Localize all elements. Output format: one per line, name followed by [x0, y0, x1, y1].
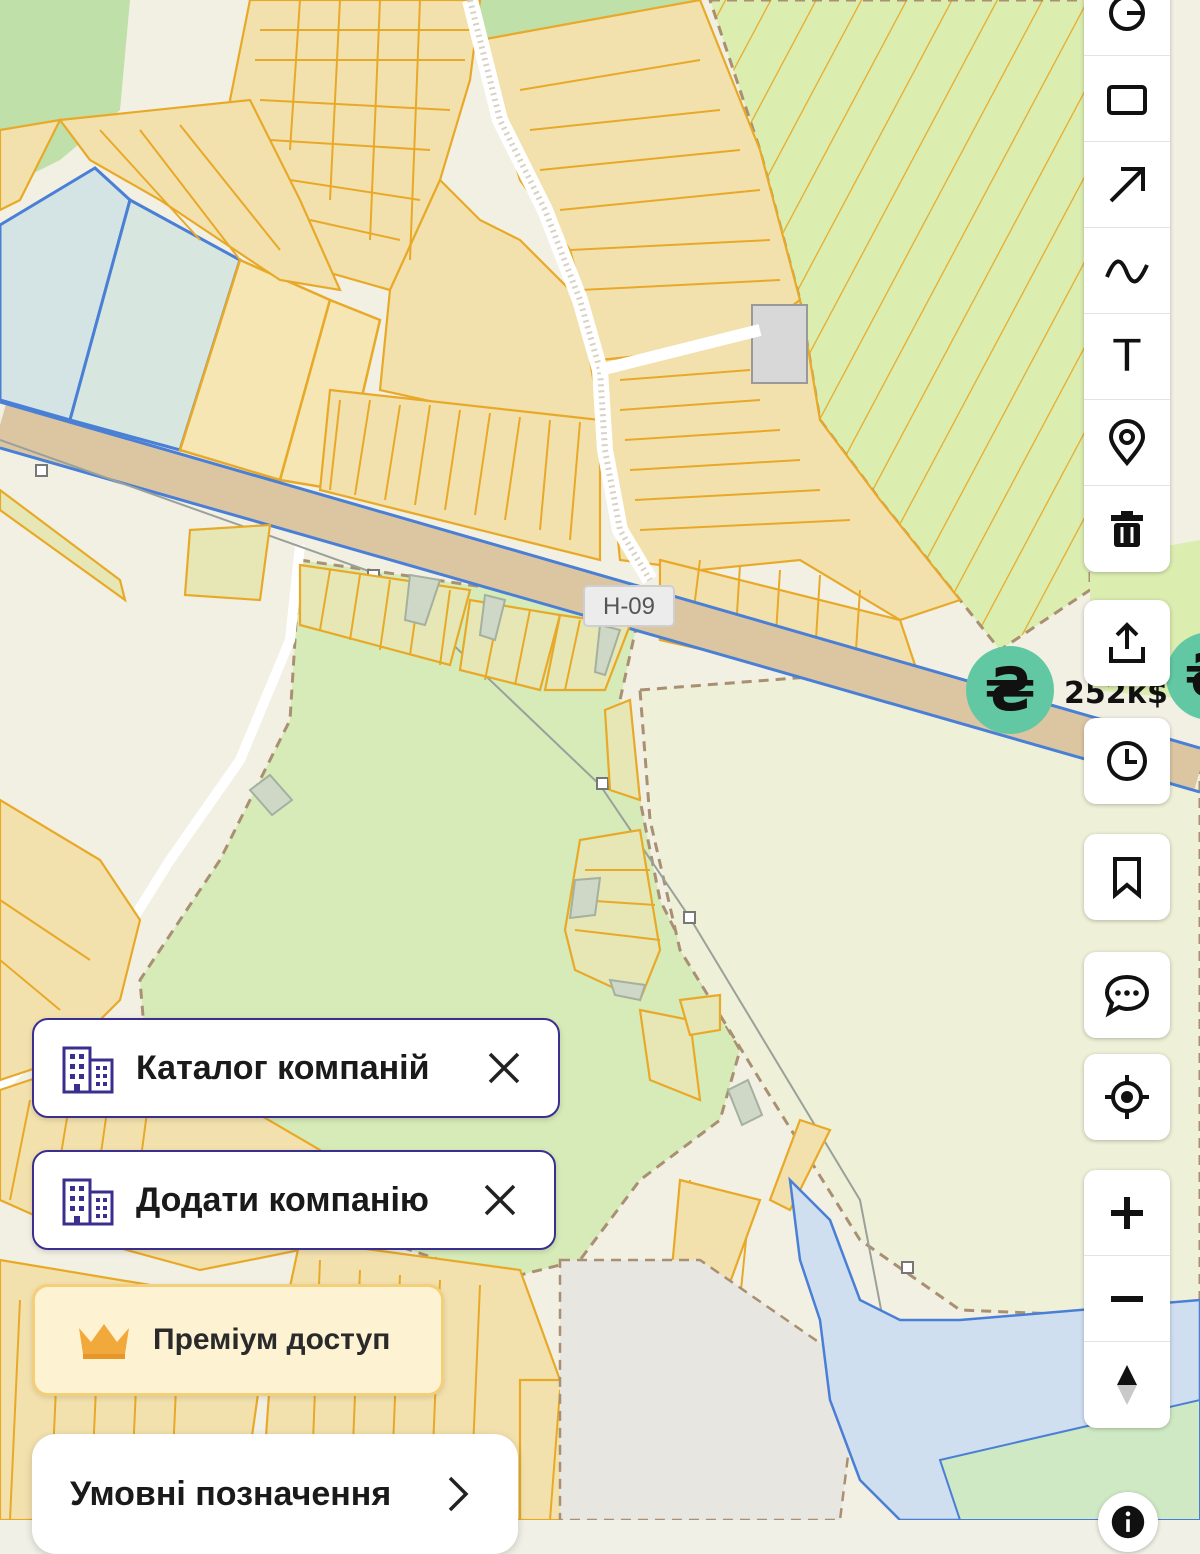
add-company-label: Додати компанію — [136, 1180, 429, 1219]
share-icon — [1109, 622, 1145, 663]
delete-tool-button[interactable] — [1084, 486, 1170, 572]
info-icon — [1111, 1505, 1145, 1539]
zoom-in-button[interactable] — [1084, 1170, 1170, 1256]
marker-tool-button[interactable] — [1084, 400, 1170, 486]
comments-button-group — [1084, 952, 1170, 1038]
drawing-toolbar: T — [1084, 0, 1170, 572]
chat-icon — [1104, 974, 1150, 1018]
bookmark-button[interactable] — [1084, 834, 1170, 920]
building-icon — [62, 1178, 114, 1226]
bookmark-icon — [1113, 857, 1141, 900]
wave-icon — [1105, 259, 1149, 283]
company-catalog-button[interactable]: Каталог компаній — [32, 1018, 560, 1118]
share-button-group — [1084, 600, 1170, 686]
grey-building-plot — [751, 304, 808, 384]
minus-icon — [1111, 1295, 1143, 1302]
road-label-n09: Н-09 — [583, 585, 675, 627]
freehand-tool-button[interactable] — [1084, 228, 1170, 314]
rectangle-tool-button[interactable] — [1084, 56, 1170, 142]
locate-button[interactable] — [1084, 1054, 1170, 1140]
trash-icon — [1111, 511, 1143, 547]
arrow-icon — [1109, 166, 1145, 202]
chevron-right-icon — [448, 1476, 469, 1512]
share-button[interactable] — [1084, 600, 1170, 686]
company-catalog-label: Каталог компаній — [136, 1048, 430, 1087]
svg-text:Н-09: Н-09 — [603, 593, 655, 620]
plus-icon — [1111, 1196, 1143, 1229]
legend-panel-button[interactable]: Умовні позначення — [32, 1434, 518, 1554]
compass-icon — [1117, 1365, 1137, 1405]
bookmark-button-group — [1084, 834, 1170, 920]
history-button-group — [1084, 718, 1170, 804]
building-icon — [62, 1046, 114, 1094]
locate-icon — [1105, 1075, 1149, 1119]
crown-icon — [79, 1324, 129, 1359]
compass-button[interactable] — [1084, 1342, 1170, 1428]
pin-icon — [1108, 418, 1146, 466]
history-button[interactable] — [1084, 718, 1170, 804]
info-button[interactable] — [1098, 1492, 1158, 1552]
close-icon[interactable] — [480, 1180, 520, 1220]
close-icon[interactable] — [484, 1048, 524, 1088]
clock-icon — [1107, 741, 1147, 781]
text-icon: T — [1113, 330, 1141, 382]
add-company-button[interactable]: Додати компанію — [32, 1150, 556, 1250]
legend-label: Умовні позначення — [70, 1474, 392, 1513]
circle-tool-button[interactable] — [1084, 0, 1170, 56]
zoom-out-button[interactable] — [1084, 1256, 1170, 1342]
circle-icon — [1109, 0, 1145, 31]
locate-button-group — [1084, 1054, 1170, 1140]
premium-access-label: Преміум доступ — [153, 1323, 391, 1356]
zoom-controls — [1084, 1170, 1170, 1428]
price-marker-badge[interactable]: ₴ — [966, 646, 1054, 734]
text-tool-button[interactable]: T — [1084, 314, 1170, 400]
comments-button[interactable] — [1084, 952, 1170, 1038]
premium-access-button[interactable]: Преміум доступ — [32, 1284, 444, 1396]
rectangle-icon — [1107, 84, 1147, 115]
arrow-tool-button[interactable] — [1084, 142, 1170, 228]
